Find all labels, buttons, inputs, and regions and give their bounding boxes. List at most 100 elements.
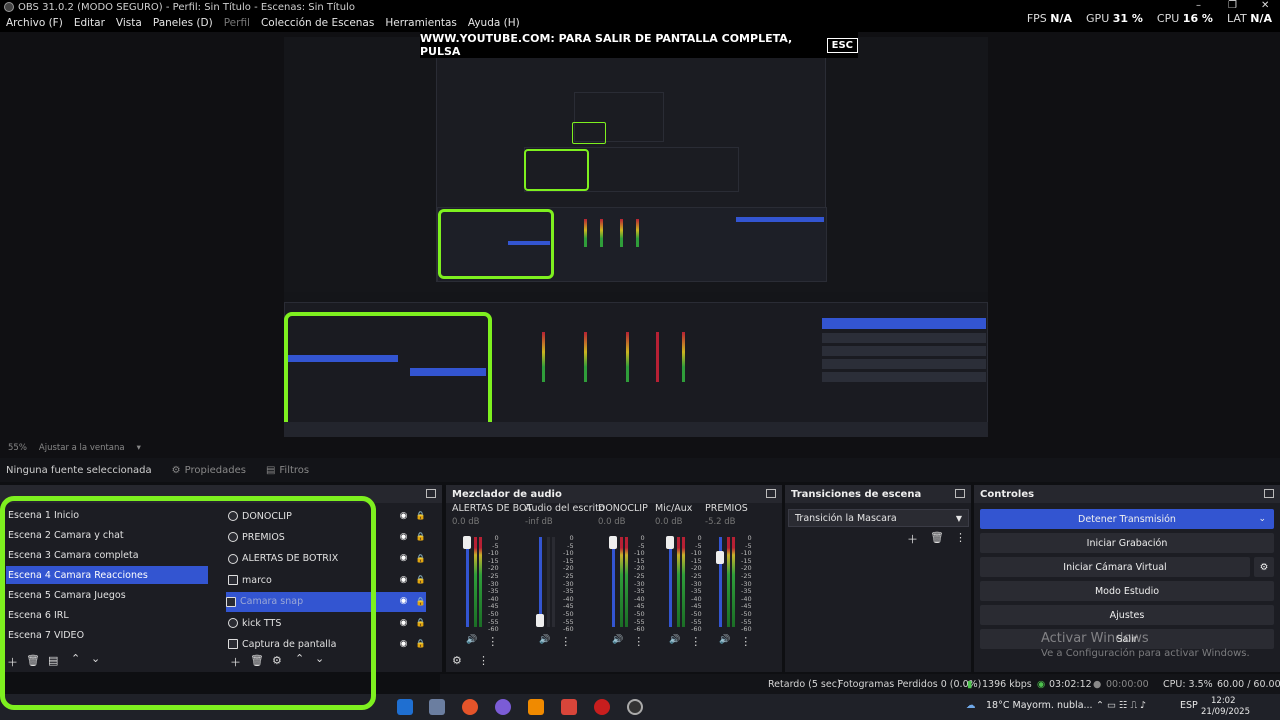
menu-ayuda[interactable]: Ayuda (H) (468, 17, 520, 29)
transition-value: Transición la Mascara (795, 512, 897, 524)
nested-highlight-2 (572, 122, 606, 144)
channel-menu-icon[interactable]: ⋮ (487, 635, 498, 648)
opera-icon[interactable] (594, 699, 610, 715)
firefox-icon[interactable] (462, 699, 478, 715)
fit-to-window[interactable]: Ajustar a la ventana (39, 443, 125, 453)
speaker-icon[interactable]: 🔊 (466, 635, 477, 648)
lock-icon[interactable]: 🔒 (415, 532, 426, 541)
esc-key: ESC (826, 37, 858, 53)
obs-taskbar-icon[interactable] (627, 699, 643, 715)
minimize-button[interactable]: – (1196, 0, 1201, 11)
volume-fader-knob[interactable] (666, 536, 674, 549)
zoom-dropdown-icon[interactable]: ▾ (137, 443, 141, 453)
db-scale-tick: -60 (563, 625, 574, 634)
visibility-eye-icon[interactable]: ◉ (398, 575, 409, 585)
channel-menu-icon[interactable]: ⋮ (633, 635, 644, 648)
volume-fader-knob[interactable] (463, 536, 471, 549)
channel-menu-icon[interactable]: ⋮ (740, 635, 751, 648)
mixer-title: Mezclador de audio (452, 488, 562, 500)
properties-label: Propiedades (184, 464, 246, 476)
visibility-eye-icon[interactable]: ◉ (398, 532, 409, 542)
tray-icons[interactable]: ⌃ ▭ ☷ ⎍ ♪ (1096, 700, 1146, 711)
program-preview[interactable] (284, 37, 988, 437)
volume-fader-track[interactable] (612, 537, 615, 627)
zoom-level[interactable]: 55% (8, 443, 27, 453)
nested-meter (636, 219, 639, 247)
clock-time[interactable]: 12:02 (1211, 696, 1236, 706)
vlc-icon[interactable] (528, 699, 544, 715)
language-indicator[interactable]: ESP (1180, 700, 1198, 711)
menu-coleccion[interactable]: Colección de Escenas (261, 17, 374, 29)
captured-taskbar (284, 422, 988, 437)
volume-fader-knob[interactable] (716, 551, 724, 564)
dock-float-icon[interactable] (1264, 489, 1274, 498)
studio-mode-button[interactable]: Modo Estudio (980, 581, 1274, 601)
bitrate: 1396 kbps (982, 678, 1032, 690)
transitions-title: Transiciones de escena (791, 488, 922, 500)
menu-herramientas[interactable]: Herramientas (385, 17, 457, 29)
menu-archivo[interactable]: Archivo (F) (6, 17, 63, 29)
filters-button[interactable]: ▤ Filtros (266, 465, 309, 476)
volume-fader-track[interactable] (466, 537, 469, 627)
speaker-icon[interactable]: 🔊 (539, 635, 550, 648)
mixer-channel: Audio del escrito -inf dB 0 -5 -10 -15 -20 -25-… (525, 503, 605, 653)
channel-menu-icon[interactable]: ⋮ (560, 635, 571, 648)
nested-meter (620, 219, 623, 247)
dock-float-icon[interactable] (766, 489, 776, 498)
photos-icon[interactable] (429, 699, 445, 715)
lock-icon[interactable]: 🔒 (415, 575, 426, 584)
mixer-settings-icon[interactable]: ⚙ (452, 654, 462, 667)
virtual-camera-button[interactable]: Iniciar Cámara Virtual (980, 557, 1250, 577)
speaker-icon[interactable]: 🔊 (719, 635, 730, 648)
fullscreen-banner-text: WWW.YOUTUBE.COM: PARA SALIR DE PANTALLA … (420, 32, 793, 58)
cpu-label: CPU (1156, 12, 1180, 25)
start-recording-button[interactable]: Iniciar Grabación (980, 533, 1274, 553)
virtual-camera-settings-icon[interactable]: ⚙ (1254, 557, 1274, 577)
channel-menu-icon[interactable]: ⋮ (690, 635, 701, 648)
lock-icon[interactable]: 🔒 (415, 618, 426, 627)
stop-streaming-button[interactable]: Detener Transmisión ⌄ (980, 509, 1274, 529)
properties-button[interactable]: ⚙ Propiedades (172, 465, 246, 476)
app-icon[interactable] (561, 699, 577, 715)
volume-fader-track[interactable] (669, 537, 672, 627)
outlook-icon[interactable] (397, 699, 413, 715)
transition-menu-icon[interactable]: ⋮ (955, 531, 966, 544)
chevron-down-icon[interactable]: ⌄ (1258, 514, 1266, 524)
menu-vista[interactable]: Vista (116, 17, 142, 29)
mixer-channel-name: ALERTAS DE BOT (452, 503, 533, 514)
mixer-menu-icon[interactable]: ⋮ (478, 654, 489, 667)
discord-icon[interactable] (495, 699, 511, 715)
visibility-eye-icon[interactable]: ◉ (398, 596, 409, 606)
gear-icon: ⚙ (171, 464, 181, 476)
obs-logo-icon (4, 2, 14, 12)
volume-fader-knob[interactable] (536, 614, 544, 627)
dock-float-icon[interactable] (955, 489, 965, 498)
preview-area (0, 32, 1280, 438)
lock-icon[interactable]: 🔒 (415, 511, 426, 520)
remove-transition-button[interactable]: 🗑 (930, 531, 944, 544)
visibility-eye-icon[interactable]: ◉ (398, 618, 409, 628)
menu-paneles[interactable]: Paneles (D) (153, 17, 213, 29)
menu-editar[interactable]: Editar (74, 17, 105, 29)
visibility-eye-icon[interactable]: ◉ (398, 553, 409, 563)
visibility-eye-icon[interactable]: ◉ (398, 511, 409, 521)
fps-label: FPS (1026, 12, 1047, 25)
speaker-icon[interactable]: 🔊 (669, 635, 680, 648)
settings-button[interactable]: Ajustes (980, 605, 1274, 625)
volume-fader-knob[interactable] (609, 536, 617, 549)
menu-perfil[interactable]: Perfil (224, 17, 250, 29)
close-button[interactable]: ✕ (1261, 0, 1269, 11)
speaker-icon[interactable]: 🔊 (612, 635, 623, 648)
weather-text[interactable]: 18°C Mayorm. nubla... (986, 700, 1093, 711)
lock-icon[interactable]: 🔒 (415, 597, 426, 606)
recording-time: 00:00:00 (1106, 678, 1149, 690)
lock-icon[interactable]: 🔒 (415, 639, 426, 648)
clock-date[interactable]: 21/09/2025 (1201, 707, 1250, 717)
transition-select[interactable]: Transición la Mascara ▼ (788, 509, 969, 527)
dock-float-icon[interactable] (426, 489, 436, 498)
visibility-eye-icon[interactable]: ◉ (398, 639, 409, 649)
restore-button[interactable]: ❐ (1228, 0, 1237, 11)
captured-button (822, 333, 986, 343)
add-transition-button[interactable]: ＋ (907, 531, 918, 547)
lock-icon[interactable]: 🔒 (415, 554, 426, 563)
